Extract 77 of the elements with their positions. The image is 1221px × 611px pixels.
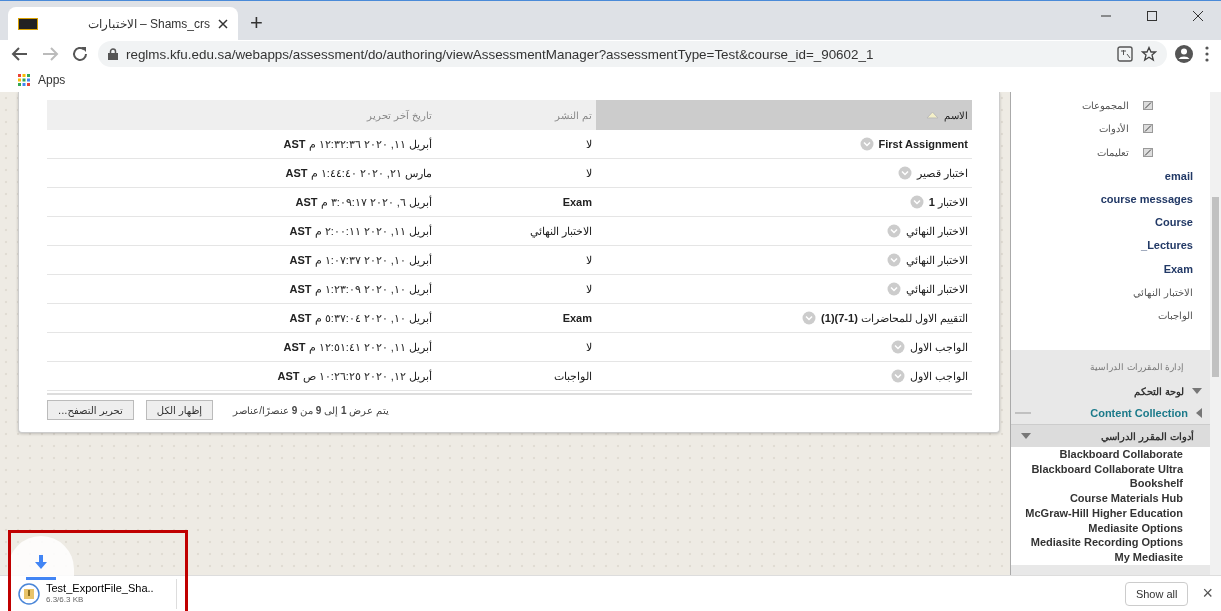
item-name-link[interactable]: الواجب الاول <box>909 340 968 354</box>
published-cell: لا <box>436 158 596 188</box>
sidebar-link[interactable]: course messages <box>1100 187 1193 211</box>
chevron-down-icon[interactable] <box>859 137 874 151</box>
caret-left-icon[interactable] <box>1196 408 1202 418</box>
column-header[interactable]: الاسم <box>596 100 972 130</box>
item-name-link[interactable]: الواجب الاول <box>909 369 968 383</box>
show-all-button[interactable]: Show all <box>1124 581 1189 606</box>
published-cell: لا <box>436 245 596 275</box>
tab-title: الاختبارات – Shams_crs <box>86 16 210 31</box>
sidebar-item[interactable]: الأدوات <box>1099 123 1129 135</box>
tool-link[interactable]: Blackboard Collaborate <box>1025 447 1183 462</box>
sidebar-item[interactable]: تعليمات <box>1097 146 1129 158</box>
item-name-link[interactable]: الاختبار النهائي <box>905 253 968 267</box>
published-cell: لا <box>436 130 596 159</box>
sidebar-link[interactable]: _Lectures <box>1141 233 1193 258</box>
site-logo-icon <box>18 17 38 30</box>
pager-button[interactable]: إظهار الكل <box>145 400 214 420</box>
translate-icon[interactable] <box>1117 46 1133 62</box>
item-name-link[interactable]: First Assignment <box>878 138 968 150</box>
published-cell: لا <box>436 274 596 304</box>
download-item[interactable]: Test_ExportFile_Sha.. 6.3/6.3 KB <box>18 578 177 609</box>
close-button[interactable]: × <box>1202 583 1213 604</box>
tool-link[interactable]: Blackboard Collaborate Ultra <box>1025 461 1183 477</box>
sidebar-link[interactable]: الواجبات <box>1158 303 1193 327</box>
tool-link[interactable]: Mediasite Options <box>1025 520 1183 536</box>
file-size: 6.3/6.3 KB <box>46 594 85 606</box>
chevron-down-icon[interactable] <box>886 282 901 296</box>
browser-tab[interactable]: الاختبارات – Shams_crs <box>8 7 238 40</box>
star-icon[interactable] <box>1141 46 1157 62</box>
item-name-link[interactable]: اختبار قصير <box>916 166 968 180</box>
published-cell: Exam <box>436 187 596 217</box>
download-arrow-icon <box>34 555 48 571</box>
sort-up-icon <box>926 111 939 119</box>
hidden-link-icon <box>1143 101 1153 111</box>
address-bar[interactable]: reglms.kfu.edu.sa/webapps/assessment/do/authoring/viewAssessmentManager?assessmentType=Test&course_id=_90602_1 <box>98 41 1167 67</box>
item-name-link[interactable]: الاختبار النهائي <box>905 282 968 296</box>
sidebar-link[interactable]: Course <box>1155 210 1193 234</box>
hidden-link-icon <box>1143 147 1153 157</box>
section-link[interactable]: Content Collection <box>1090 407 1188 419</box>
chevron-down-icon[interactable] <box>802 311 817 325</box>
published-cell: الواجبات <box>436 361 596 391</box>
published-cell: لا <box>436 332 596 362</box>
chevron-down-icon[interactable] <box>886 253 901 267</box>
sidebar-link[interactable]: الاختبار النهائي <box>1133 280 1193 304</box>
apps-grid-icon[interactable] <box>18 74 30 86</box>
sidebar-link[interactable]: email <box>1164 163 1193 188</box>
tool-link[interactable]: Bookshelf <box>1025 476 1183 492</box>
tool-link[interactable]: My Mediasite <box>1025 549 1183 565</box>
lock-icon <box>108 48 118 60</box>
tool-link[interactable]: McGraw-Hill Higher Education <box>1025 505 1183 521</box>
chevron-down-icon[interactable] <box>897 166 912 180</box>
caret-down-icon[interactable] <box>1192 388 1202 394</box>
published-cell: Exam <box>436 303 596 333</box>
section-title: إدارة المقررات الدراسية <box>1089 362 1185 374</box>
sidebar-item[interactable]: المجموعات <box>1082 100 1129 112</box>
tool-link[interactable]: Course Materials Hub <box>1025 491 1183 506</box>
published-cell: الاختبار النهائي <box>436 216 596 246</box>
new-tab-button[interactable]: + <box>250 10 263 36</box>
scrollbar[interactable] <box>1210 92 1221 575</box>
caret-down-icon[interactable] <box>1021 433 1031 439</box>
pager-button[interactable]: تحرير التصفح... <box>47 400 134 420</box>
tool-link[interactable]: Mediasite Recording Options <box>1025 535 1183 550</box>
chevron-down-icon[interactable] <box>890 340 905 354</box>
chevron-down-icon[interactable] <box>890 369 905 383</box>
apps-bookmark[interactable]: Apps <box>38 73 66 87</box>
section-header[interactable]: لوحة التحكم <box>1134 385 1184 397</box>
chevron-down-icon[interactable] <box>909 195 924 209</box>
item-name-link[interactable]: الاختبار النهائي <box>905 224 968 238</box>
chevron-down-icon[interactable] <box>886 224 901 238</box>
file-name: Test_ExportFile_Sha.. <box>46 581 154 594</box>
zip-folder-icon <box>18 582 40 605</box>
close-icon[interactable] <box>218 18 228 29</box>
section-header[interactable]: أدوات المقرر الدراسي <box>1011 424 1210 447</box>
account-icon[interactable] <box>1173 43 1195 65</box>
sidebar-link[interactable]: Exam <box>1163 257 1193 281</box>
hidden-link-icon <box>1143 124 1153 134</box>
